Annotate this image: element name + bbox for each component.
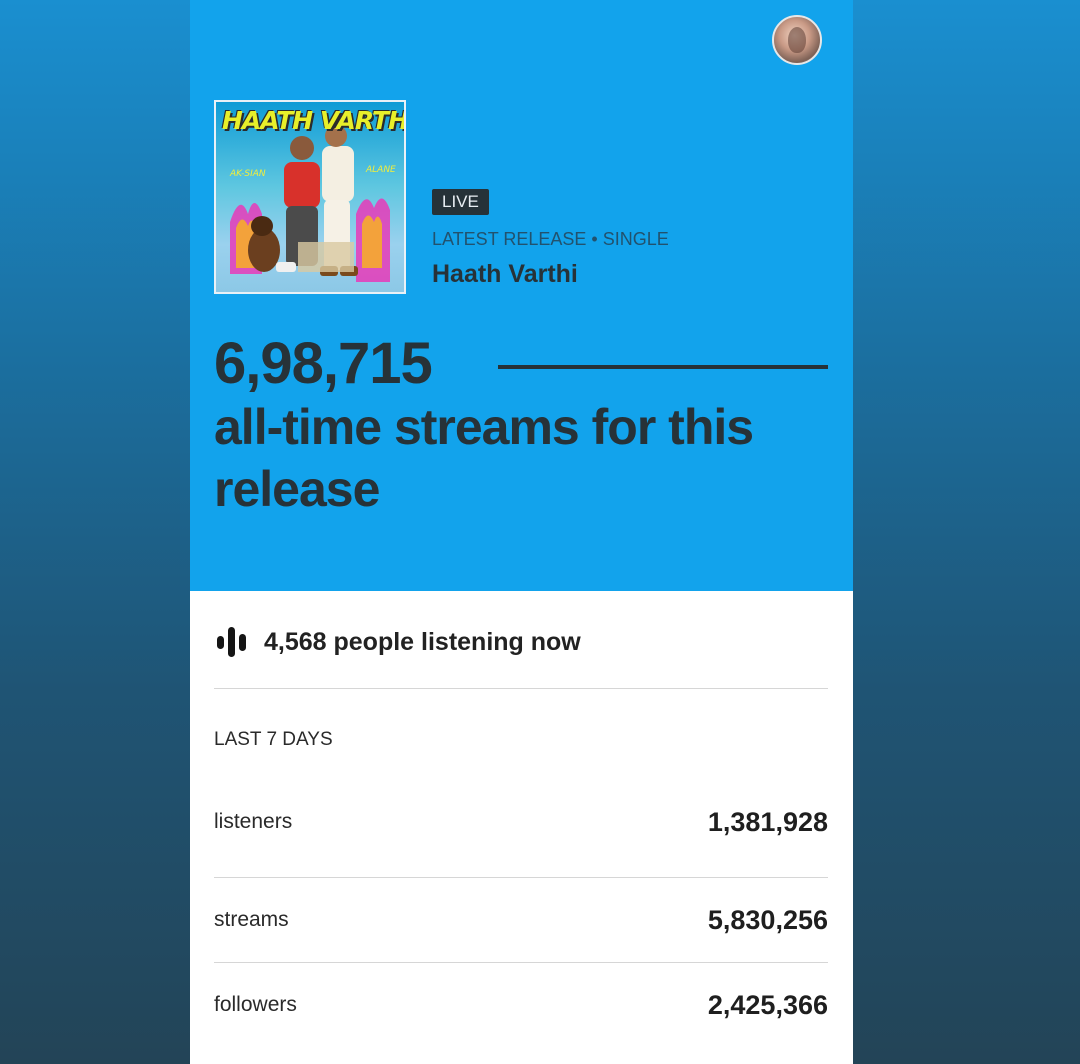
release-hero: AK-SIAN ALANE HAATH VARTHI LIVE LATEST R… xyxy=(190,0,853,591)
avatar-face xyxy=(788,27,806,53)
release-stats-card: AK-SIAN ALANE HAATH VARTHI LIVE LATEST R… xyxy=(190,0,853,1064)
all-time-stream-caption: all-time streams for this release xyxy=(214,399,754,517)
stat-value: 5,830,256 xyxy=(707,905,828,935)
live-badge: LIVE xyxy=(432,189,489,215)
all-time-stream-count: 6,98,715 xyxy=(214,331,433,396)
stream-count-rule xyxy=(498,365,828,369)
stat-label: followers xyxy=(214,993,297,1016)
divider xyxy=(214,688,828,689)
svg-text:ALANE: ALANE xyxy=(365,165,396,175)
divider xyxy=(214,962,828,963)
listening-now-text: 4,568 people listening now xyxy=(264,627,581,656)
stat-value: 1,381,928 xyxy=(707,807,828,837)
audio-bars-icon xyxy=(214,624,250,660)
stat-row-followers: followers 2,425,366 xyxy=(214,985,828,1025)
stat-label: listeners xyxy=(214,810,293,833)
stat-row-listeners: listeners 1,381,928 xyxy=(214,802,828,842)
stat-value: 2,425,366 xyxy=(707,990,828,1020)
release-meta: LATEST RELEASE • SINGLE xyxy=(432,229,669,249)
release-cover-art[interactable]: AK-SIAN ALANE HAATH VARTHI xyxy=(214,100,406,294)
stat-label: streams xyxy=(214,908,289,931)
listening-now-row: 4,568 people listening now xyxy=(214,624,581,660)
release-title[interactable]: Haath Varthi xyxy=(432,258,578,290)
stat-row-streams: streams 5,830,256 xyxy=(214,900,828,940)
divider xyxy=(214,877,828,878)
last-7-days-label: LAST 7 DAYS xyxy=(214,729,333,750)
cover-title-text: HAATH VARTHI xyxy=(222,106,406,135)
svg-text:AK-SIAN: AK-SIAN xyxy=(229,169,266,179)
profile-avatar[interactable] xyxy=(772,15,822,65)
